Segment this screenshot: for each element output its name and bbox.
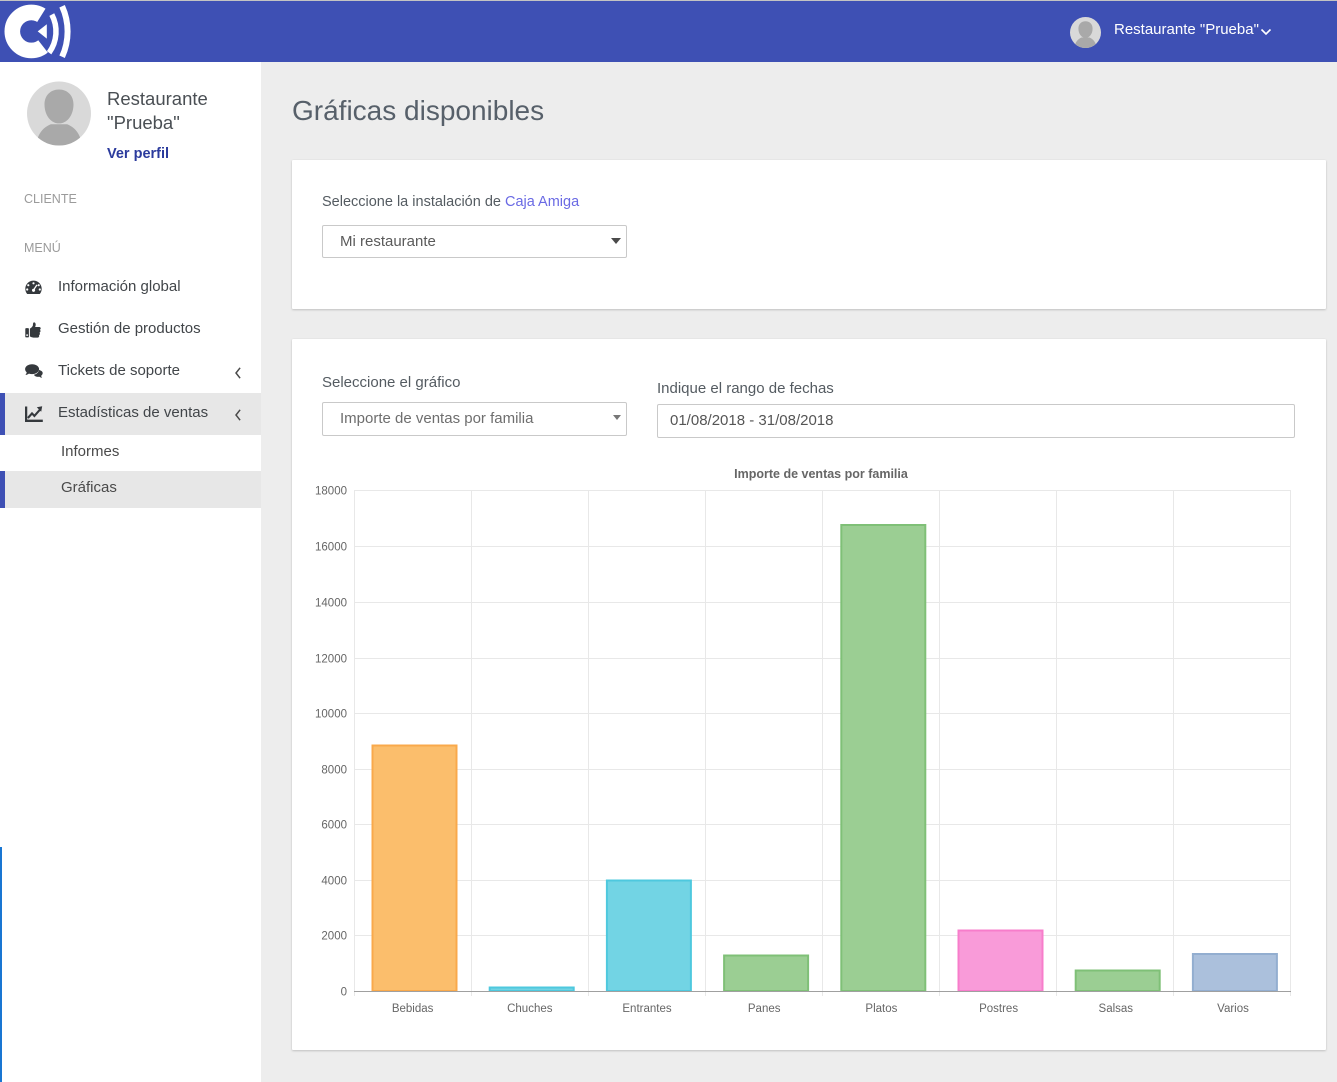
svg-text:12000: 12000 <box>315 654 347 666</box>
svg-text:Panes: Panes <box>748 1003 781 1015</box>
svg-text:Importe de ventas por familia: Importe de ventas por familia <box>734 467 909 481</box>
svg-text:4000: 4000 <box>321 876 347 888</box>
svg-text:Salsas: Salsas <box>1099 1003 1134 1015</box>
svg-text:0: 0 <box>341 987 347 999</box>
svg-text:16000: 16000 <box>315 542 347 554</box>
svg-text:Platos: Platos <box>865 1003 897 1015</box>
svg-text:8000: 8000 <box>321 765 347 777</box>
svg-text:10000: 10000 <box>315 709 347 721</box>
svg-text:Bebidas: Bebidas <box>392 1003 434 1015</box>
svg-text:14000: 14000 <box>315 598 347 610</box>
svg-text:Chuches: Chuches <box>507 1003 553 1015</box>
svg-text:Varios: Varios <box>1217 1003 1249 1015</box>
svg-text:Postres: Postres <box>979 1003 1018 1015</box>
svg-text:Entrantes: Entrantes <box>622 1003 671 1015</box>
svg-text:6000: 6000 <box>321 820 347 832</box>
svg-text:18000: 18000 <box>315 486 347 498</box>
svg-text:2000: 2000 <box>321 931 347 943</box>
